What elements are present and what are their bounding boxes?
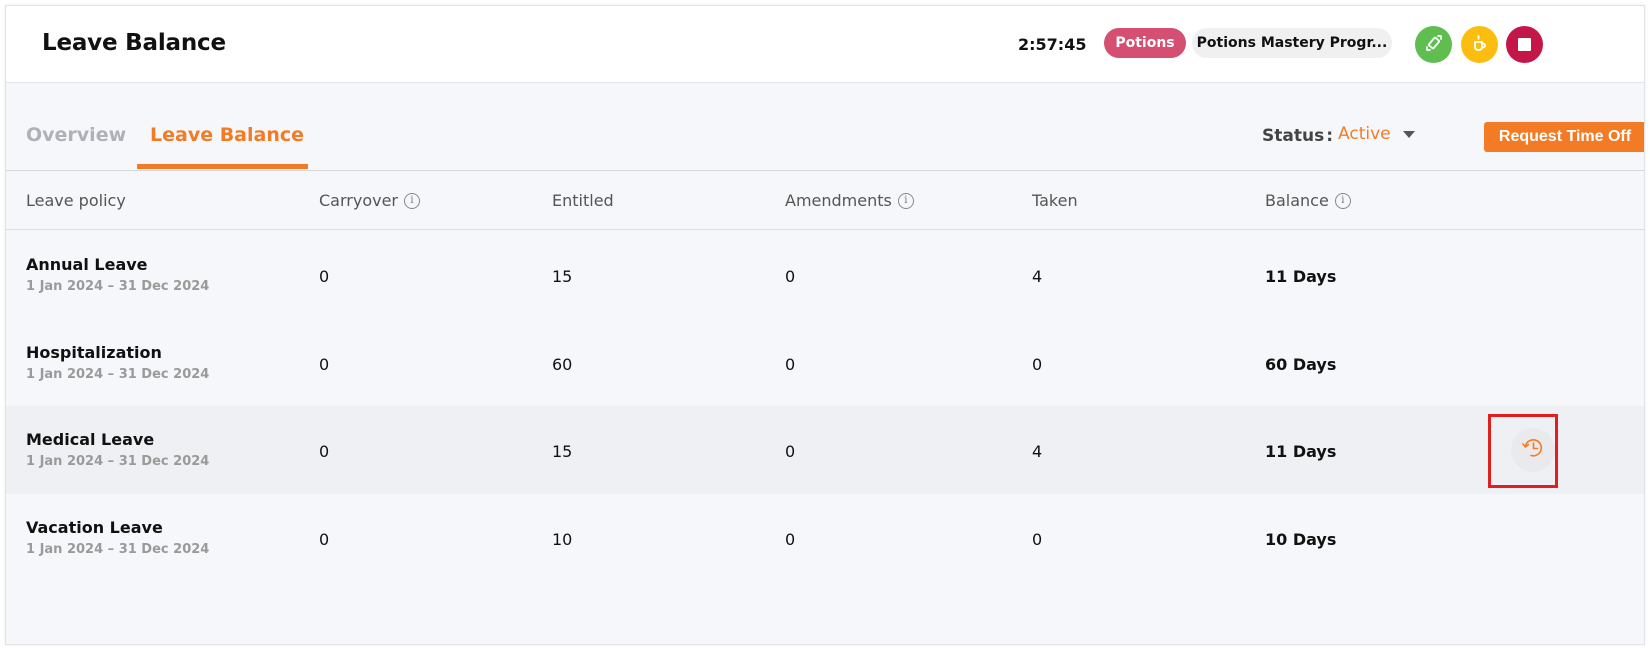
amendments-value: 0 [785,355,796,374]
policy-name: Medical Leave [26,430,155,449]
entitled-value: 10 [552,530,573,549]
request-time-off-button[interactable]: Request Time Off [1484,122,1644,152]
tab-leave-balance[interactable]: Leave Balance [150,124,304,146]
policy-name: Hospitalization [26,343,162,362]
status-label: Status [1262,126,1325,146]
column-header-entitled: Entitled [552,191,614,210]
column-header-taken: Taken [1032,191,1078,210]
top-header: Leave Balance 2:57:45 Potions Potions Ma… [6,6,1644,83]
table-row[interactable]: Hospitalization 1 Jan 2024 – 31 Dec 2024… [6,319,1644,407]
status-colon: : [1326,126,1334,146]
balance-value: 60 Days [1265,355,1337,374]
column-label: Balance [1265,191,1329,210]
policy-name: Annual Leave [26,255,148,274]
chevron-down-icon[interactable] [1402,131,1415,138]
table-header: Leave policy Carryover i Entitled Amendm… [6,172,1644,230]
column-header-carryover: Carryover i [319,191,420,210]
table-row[interactable]: Vacation Leave 1 Jan 2024 – 31 Dec 2024 … [6,494,1644,582]
table-row[interactable]: Medical Leave 1 Jan 2024 – 31 Dec 2024 0… [6,406,1644,494]
column-label: Carryover [319,191,398,210]
coffee-break-icon [1470,33,1490,57]
policy-name: Vacation Leave [26,518,163,537]
active-tab-indicator [137,164,308,169]
amendments-value: 0 [785,267,796,286]
info-icon[interactable]: i [404,192,420,209]
policy-period: 1 Jan 2024 – 31 Dec 2024 [26,279,210,294]
balance-value: 11 Days [1265,442,1337,461]
entitled-value: 15 [552,442,573,461]
stop-icon [1518,38,1531,51]
balance-value: 11 Days [1265,267,1337,286]
switch-icon [1424,33,1444,57]
column-label: Entitled [552,191,614,210]
policy-period: 1 Jan 2024 – 31 Dec 2024 [26,367,210,382]
session-timer: 2:57:45 [1018,35,1087,54]
column-header-amendments: Amendments i [785,191,914,210]
entitled-value: 15 [552,267,573,286]
tab-overview[interactable]: Overview [26,124,126,146]
column-label: Amendments [785,191,892,210]
carryover-value: 0 [319,267,330,286]
entitled-value: 60 [552,355,573,374]
carryover-value: 0 [319,442,330,461]
amendments-value: 0 [785,530,796,549]
info-icon[interactable]: i [1334,192,1351,209]
switch-button[interactable] [1415,26,1452,63]
info-icon[interactable]: i [897,192,914,209]
carryover-value: 0 [319,530,330,549]
column-header-leave-policy: Leave policy [26,191,126,210]
annotation-highlight-box [1488,414,1558,488]
stop-button[interactable] [1506,26,1543,63]
program-pill[interactable]: Potions Mastery Progr... [1192,28,1392,58]
balance-value: 10 Days [1265,530,1337,549]
taken-value: 0 [1032,530,1043,549]
tabs-bar: Overview Leave Balance Status : Active R… [6,84,1644,171]
taken-value: 0 [1032,355,1043,374]
column-label: Taken [1032,191,1078,210]
table-row[interactable]: Annual Leave 1 Jan 2024 – 31 Dec 2024 0 … [6,231,1644,319]
status-filter[interactable]: Status : Active [1262,124,1415,146]
coffee-break-button[interactable] [1461,26,1498,63]
column-header-balance: Balance i [1265,191,1351,210]
policy-period: 1 Jan 2024 – 31 Dec 2024 [26,542,210,557]
carryover-value: 0 [319,355,330,374]
amendments-value: 0 [785,442,796,461]
taken-value: 4 [1032,442,1043,461]
status-value[interactable]: Active [1338,124,1391,144]
taken-value: 4 [1032,267,1043,286]
page-title: Leave Balance [42,30,226,56]
app-frame: Leave Balance 2:57:45 Potions Potions Ma… [5,5,1645,645]
policy-period: 1 Jan 2024 – 31 Dec 2024 [26,454,210,469]
column-label: Leave policy [26,191,126,210]
course-pill[interactable]: Potions [1104,28,1186,58]
